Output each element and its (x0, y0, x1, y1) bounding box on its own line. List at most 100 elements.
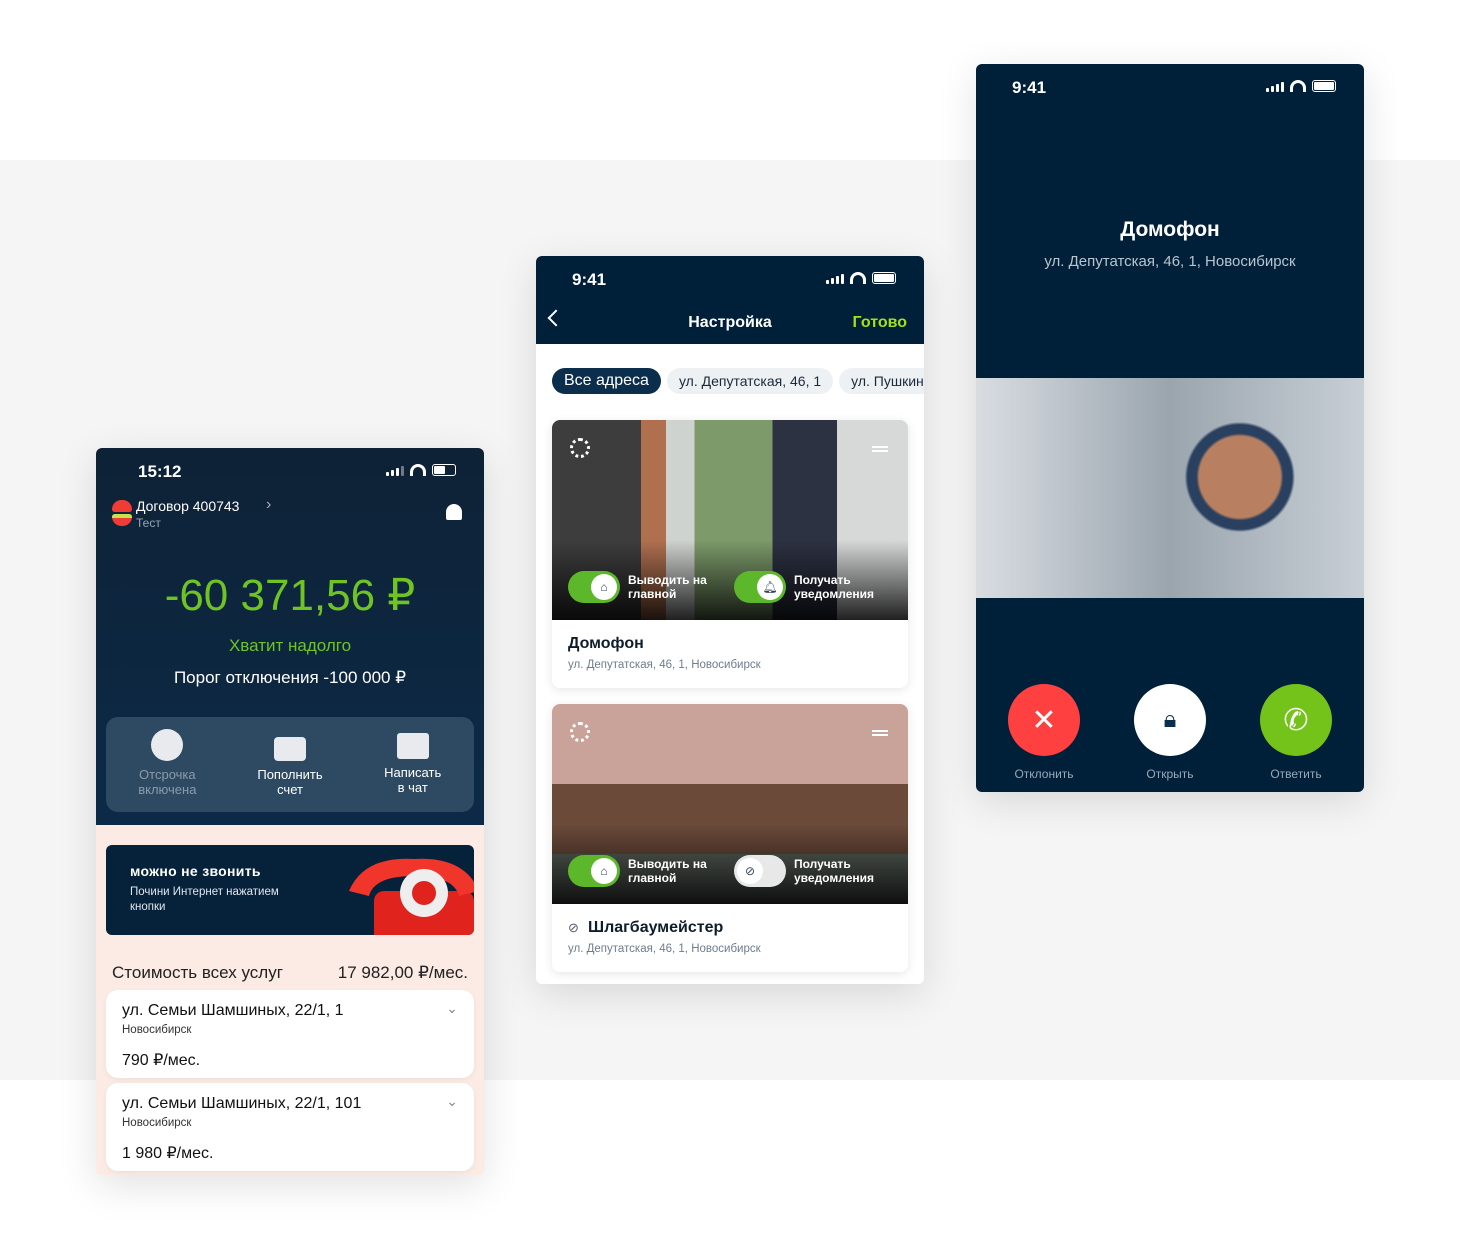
top-up-button[interactable]: Пополнить счет (229, 717, 352, 812)
chip-all-addresses[interactable]: Все адреса (552, 368, 661, 394)
camera-card[interactable]: ⌂ Выводить на главной 🔔︎ Получать уведом… (552, 420, 908, 688)
answer-label: Ответить (1270, 767, 1322, 781)
nav-header: 9:41 Настройка Готово (536, 256, 924, 344)
deferral-button[interactable]: Отсрочка включена (106, 717, 229, 812)
action-label: Отсрочка (139, 767, 196, 782)
home-icon: ⌂ (591, 858, 617, 884)
camera-address: ул. Депутатская, 46, 1, Новосибирск (568, 943, 761, 955)
gear-icon[interactable] (570, 438, 590, 458)
brand-logo (112, 500, 132, 528)
toggle-label: Получать уведомления (794, 573, 874, 601)
chat-button[interactable]: Написать в чат (351, 717, 474, 812)
battery-icon (1312, 80, 1336, 92)
incoming-call-screen: 9:41 Домофон ул. Депутатская, 46, 1, Нов… (976, 64, 1364, 792)
toggle-label: Выводить на главной (628, 857, 707, 885)
signal-icon (386, 466, 404, 476)
answer-button[interactable]: ✆ (1260, 684, 1332, 756)
status-bar: 9:41 (976, 64, 1364, 108)
action-label: Пополнить (257, 767, 323, 782)
decline-button[interactable]: ✕ (1008, 684, 1080, 756)
clock-icon (151, 729, 184, 761)
price-text: 790 ₽/мес. (122, 1052, 201, 1069)
contract-selector[interactable]: Договор 400743 (136, 498, 239, 514)
drag-handle-icon[interactable] (872, 730, 888, 736)
signal-icon (1266, 82, 1284, 92)
city-text: Новосибирск (122, 1024, 192, 1036)
caller-title: Домофон (1120, 218, 1220, 241)
bell-off-icon: ⊘ (568, 920, 579, 935)
chevron-right-icon[interactable]: › (266, 496, 271, 514)
toggle-label: Получать уведомления (794, 857, 874, 885)
status-time: 9:41 (1012, 78, 1047, 97)
settings-screen: 9:41 Настройка Готово Все адреса ул. Деп… (536, 256, 924, 984)
done-button[interactable]: Готово (853, 314, 907, 332)
show-on-main-toggle[interactable]: ⌂ (568, 571, 620, 603)
status-icons (1266, 80, 1336, 92)
show-on-main-toggle[interactable]: ⌂ (568, 855, 620, 887)
quick-actions: Отсрочка включена Пополнить счет Написать в… (106, 717, 474, 812)
wifi-icon (410, 464, 426, 476)
drag-handle-icon[interactable] (872, 446, 888, 452)
address-text: ул. Семьи Шамшиных, 22/1, 1 (122, 1002, 344, 1019)
notifications-toggle[interactable]: 🔔︎ (734, 571, 786, 603)
price-text: 1 980 ₽/мес. (122, 1145, 214, 1162)
total-value: 17 982,00 ₽/мес. (337, 963, 468, 982)
phone-icon: ✆ (1283, 703, 1309, 737)
home-icon: ⌂ (591, 574, 617, 600)
city-text: Новосибирск (122, 1117, 192, 1129)
caller-address: ул. Депутатская, 46, 1, Новосибирск (1044, 253, 1296, 270)
status-time: 9:41 (572, 270, 607, 289)
promo-text: Почини Интернет нажатием кнопки (130, 886, 279, 913)
wifi-icon (1290, 80, 1306, 92)
action-label: счет (277, 782, 303, 797)
promo-title: можно не звонить (130, 863, 261, 879)
bell-off-icon: ⊘ (737, 858, 763, 884)
total-label: Стоимость всех услуг (112, 963, 283, 982)
address-text: ул. Семьи Шамшиных, 22/1, 101 (122, 1095, 362, 1112)
balance-amount: -60 371,56 ₽ (164, 571, 416, 620)
camera-name: Домофон (568, 635, 644, 652)
wifi-icon (850, 272, 866, 284)
status-time: 15:12 (138, 462, 182, 481)
status-bar: 9:41 (536, 256, 924, 300)
close-icon: ✕ (1031, 703, 1057, 737)
open-door-button[interactable]: 🔒︎ (1134, 684, 1206, 756)
threshold-text: Порог отключения -100 000 ₽ (173, 668, 407, 687)
chevron-down-icon[interactable]: ⌄ (446, 1000, 458, 1017)
chip-address[interactable]: ул. Депутатская, 46, 1 (666, 368, 834, 394)
status-icons (386, 464, 456, 476)
balance-screen: 15:12 Договор 400743 Тест › -60 371,56 ₽… (96, 448, 484, 1175)
address-card[interactable]: ул. Семьи Шамшиных, 22/1, 101 Новосибирск… (106, 1083, 474, 1171)
wallet-icon (274, 737, 306, 761)
address-filter-chips: Все адреса ул. Депутатская, 46, 1 ул. Пу… (552, 368, 924, 394)
camera-address: ул. Депутатская, 46, 1, Новосибирск (568, 659, 761, 671)
lock-icon: 🔒︎ (1163, 706, 1177, 733)
red-telephone-image (349, 858, 474, 935)
chat-icon (396, 733, 429, 759)
chip-address[interactable]: ул. Пушкин (839, 368, 924, 394)
balance-header: 15:12 Договор 400743 Тест › -60 371,56 ₽… (96, 448, 484, 825)
battery-icon (872, 272, 896, 284)
action-label: включена (138, 782, 197, 797)
contract-subtitle: Тест (136, 516, 161, 530)
notifications-toggle[interactable]: ⊘ (734, 855, 786, 887)
status-bar: 15:12 (96, 448, 484, 492)
action-label: Написать (384, 765, 442, 780)
signal-icon (826, 274, 844, 284)
gear-icon[interactable] (570, 722, 590, 742)
camera-name: Шлагбаумейстер (588, 919, 724, 936)
camera-card[interactable]: ⌂ Выводить на главной ⊘ Получать уведомл… (552, 704, 908, 972)
action-label: в чат (397, 780, 428, 795)
total-cost-row: Стоимость всех услуг 17 982,00 ₽/мес. (112, 963, 468, 983)
chevron-down-icon[interactable]: ⌄ (446, 1093, 458, 1110)
open-label: Открыть (1146, 767, 1194, 781)
battery-icon (432, 464, 456, 476)
bell-icon[interactable] (446, 504, 462, 520)
toggle-label: Выводить на главной (628, 573, 707, 601)
balance-status: Хватит надолго (228, 636, 352, 655)
address-card[interactable]: ул. Семьи Шамшиных, 22/1, 1 Новосибирск 79… (106, 990, 474, 1078)
status-icons (826, 272, 896, 284)
promo-banner[interactable]: можно не звонить Почини Интернет нажатие… (106, 845, 474, 935)
caller-video (976, 378, 1364, 598)
bell-icon: 🔔︎ (757, 574, 783, 600)
